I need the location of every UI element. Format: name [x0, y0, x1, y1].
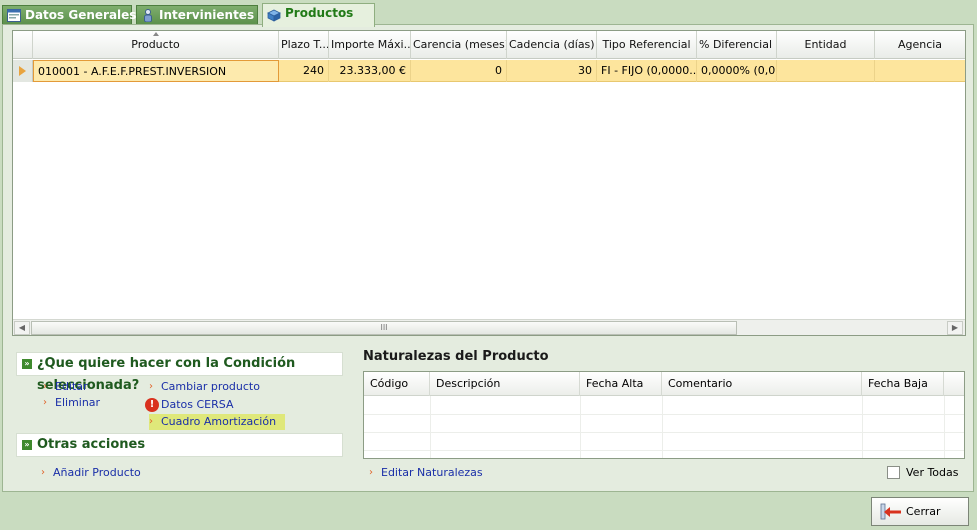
- naturalezas-grid: Código Descripción Fecha Alta Comentario…: [363, 371, 965, 459]
- tab-label: Intervinientes: [159, 8, 255, 22]
- cell-importe[interactable]: 23.333,00 €: [329, 60, 411, 82]
- empty-row-divider: [364, 432, 964, 433]
- cell-producto[interactable]: 010001 - A.F.E.F.PREST.INVERSION: [33, 60, 279, 82]
- person-icon: [144, 9, 152, 22]
- column-header-descripcion[interactable]: Descripción: [430, 372, 580, 396]
- tab-productos[interactable]: Productos: [262, 3, 375, 27]
- column-header-comentario[interactable]: Comentario: [662, 372, 862, 396]
- column-header-plazo[interactable]: Plazo T...: [279, 31, 329, 59]
- column-header-fecha-baja[interactable]: Fecha Baja: [862, 372, 944, 396]
- bullet-icon: ›: [41, 467, 45, 478]
- tab-label: Productos: [285, 6, 354, 20]
- cerrar-button[interactable]: Cerrar: [871, 497, 969, 526]
- sort-asc-icon: [152, 32, 159, 36]
- ver-todas-checkbox[interactable]: [887, 466, 900, 479]
- bullet-icon: ›: [43, 381, 47, 392]
- anadir-producto-link[interactable]: › Añadir Producto: [41, 465, 141, 481]
- productos-grid: Producto Plazo T... Importe Máxi... Care…: [12, 30, 966, 336]
- condicion-actions-header: » ¿Que quiere hacer con la Condición sel…: [16, 352, 343, 393]
- column-header-importe[interactable]: Importe Máxi...: [329, 31, 411, 59]
- bullet-icon: ›: [149, 416, 153, 427]
- naturalezas-grid-header: Código Descripción Fecha Alta Comentario…: [364, 372, 964, 396]
- horizontal-scrollbar[interactable]: ◀ III ▶: [13, 319, 965, 335]
- bullet-icon: ›: [149, 381, 153, 392]
- productos-panel: Producto Plazo T... Importe Máxi... Care…: [2, 24, 974, 492]
- bullet-icon: ›: [43, 397, 47, 408]
- column-header-codigo[interactable]: Código: [364, 372, 430, 396]
- eliminar-link[interactable]: › Eliminar: [43, 395, 100, 411]
- column-header-carencia[interactable]: Carencia (meses): [411, 31, 507, 59]
- grid-header: Producto Plazo T... Importe Máxi... Care…: [13, 31, 965, 59]
- cell-carencia[interactable]: 0: [411, 60, 507, 82]
- column-header-fecha-alta[interactable]: Fecha Alta: [580, 372, 662, 396]
- column-divider: [430, 396, 431, 458]
- current-row-icon: [19, 66, 26, 76]
- column-divider: [662, 396, 663, 458]
- cube-icon: [267, 9, 281, 22]
- warning-icon: !: [145, 398, 159, 412]
- table-row[interactable]: 010001 - A.F.E.F.PREST.INVERSION 240 23.…: [33, 60, 965, 82]
- column-header-producto[interactable]: Producto: [33, 31, 279, 59]
- scroll-right-button[interactable]: ▶: [947, 321, 963, 335]
- chevron-right-icon: »: [22, 440, 32, 450]
- column-divider: [944, 396, 945, 458]
- column-header-tipo-referencial[interactable]: Tipo Referencial: [597, 31, 697, 59]
- naturalezas-title: Naturalezas del Producto: [363, 349, 549, 364]
- form-icon: [7, 9, 21, 22]
- cerrar-label: Cerrar: [906, 505, 941, 518]
- column-divider: [862, 396, 863, 458]
- cell-agencia[interactable]: [875, 60, 965, 82]
- ver-todas-label: Ver Todas: [906, 466, 959, 479]
- cuadro-amortizacion-link[interactable]: › Cuadro Amortización: [149, 414, 285, 430]
- editar-link[interactable]: › Editar: [43, 379, 88, 395]
- column-header-agencia[interactable]: Agencia: [875, 31, 965, 59]
- column-header-entidad[interactable]: Entidad: [777, 31, 875, 59]
- cell-diferencial[interactable]: 0,0000% (0,0...: [697, 60, 777, 82]
- exit-arrow-icon: [880, 503, 901, 520]
- cell-plazo[interactable]: 240: [279, 60, 329, 82]
- cell-entidad[interactable]: [777, 60, 875, 82]
- bullet-icon: ›: [369, 467, 373, 478]
- row-indicator-header: [13, 31, 33, 59]
- column-header-diferencial[interactable]: % Diferencial ...: [697, 31, 777, 59]
- cell-cadencia[interactable]: 30: [507, 60, 597, 82]
- cambiar-producto-link[interactable]: › Cambiar producto: [149, 379, 260, 395]
- cell-tipo-referencial[interactable]: FI - FIJO (0,0000...: [597, 60, 697, 82]
- tab-datos-generales[interactable]: Datos Generales: [2, 5, 136, 25]
- column-divider: [580, 396, 581, 458]
- scroll-left-button[interactable]: ◀: [14, 321, 30, 335]
- datos-cersa-link[interactable]: ! Datos CERSA: [145, 397, 233, 413]
- empty-row-divider: [364, 450, 964, 451]
- scroll-thumb[interactable]: III: [31, 321, 737, 335]
- tab-intervinientes[interactable]: Intervinientes: [136, 5, 258, 25]
- tab-label: Datos Generales: [25, 8, 137, 22]
- column-header-cadencia[interactable]: Cadencia (días): [507, 31, 597, 59]
- chevron-right-icon: »: [22, 359, 32, 369]
- row-indicator[interactable]: [13, 60, 33, 82]
- editar-naturalezas-link[interactable]: › Editar Naturalezas: [369, 465, 483, 481]
- otras-acciones-header: » Otras acciones: [16, 433, 343, 457]
- empty-row-divider: [364, 414, 964, 415]
